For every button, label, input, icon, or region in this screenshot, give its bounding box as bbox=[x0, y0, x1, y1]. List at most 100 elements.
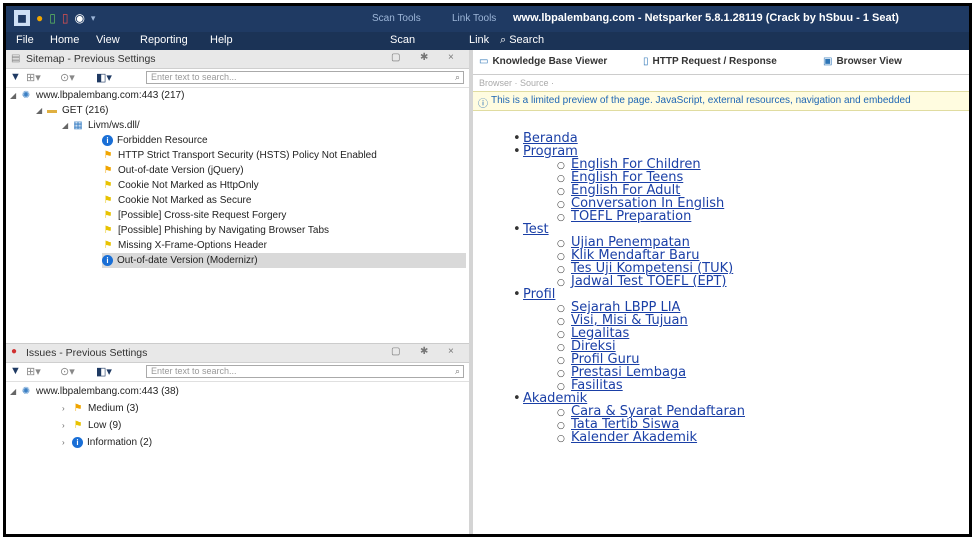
expand-icon[interactable]: ⊞▾ bbox=[26, 71, 41, 84]
browser-subbar: Browser · Source · bbox=[473, 75, 969, 91]
menu-search[interactable]: ⌕ Search bbox=[500, 34, 544, 47]
group-medium[interactable]: › ⚑ Medium (3) bbox=[62, 401, 139, 416]
sitemap-pane-header: ▤ Sitemap - Previous Settings ▢ ✱ × bbox=[6, 50, 469, 69]
menu-link[interactable]: Link bbox=[469, 34, 489, 46]
severity-filter-icon[interactable]: ◧▾ bbox=[96, 365, 112, 378]
preview-notice-text: This is a limited preview of the page. J… bbox=[491, 95, 911, 106]
flag-icon: ⚑ bbox=[103, 180, 113, 191]
app-title: www.lbpalembang.com - Netsparker 5.8.1.2… bbox=[513, 12, 899, 24]
view-mode-switch[interactable]: Browser · Source · bbox=[479, 78, 554, 88]
issues-pane-header: ● Issues - Previous Settings ▢ ✱ × bbox=[6, 344, 469, 363]
flag-icon: ⚑ bbox=[103, 150, 113, 161]
subnav-item: ○ TOEFL Preparation bbox=[557, 209, 692, 224]
expand-arrow-icon[interactable]: › bbox=[62, 401, 72, 416]
get-node[interactable]: ◢ ▬ GET (216) bbox=[36, 103, 109, 118]
severity-filter-icon[interactable]: ◧▾ bbox=[96, 71, 112, 84]
menu-scan[interactable]: Scan bbox=[390, 34, 415, 46]
pin-icon[interactable]: ✱ bbox=[420, 346, 428, 357]
collapse-icon[interactable]: ⊙▾ bbox=[60, 71, 75, 84]
expand-icon[interactable]: ⊞▾ bbox=[26, 365, 41, 378]
collapse-arrow-icon[interactable]: ◢ bbox=[10, 88, 20, 103]
menu-file[interactable]: File bbox=[16, 34, 34, 46]
sitemap-search-input[interactable]: Enter text to search... ⌕ bbox=[146, 71, 464, 84]
document-tabs: ▭ Knowledge Base Viewer ▯ HTTP Request / R… bbox=[473, 50, 969, 75]
menu-home[interactable]: Home bbox=[50, 34, 79, 46]
scan-icon[interactable]: ● bbox=[36, 10, 43, 26]
group-low[interactable]: › ⚑ Low (9) bbox=[62, 418, 121, 433]
issue-row[interactable]: ⚑ [Possible] Cross-site Request Forgery bbox=[102, 208, 462, 223]
tab-http-request[interactable]: ▯ HTTP Request / Response bbox=[643, 56, 777, 67]
magnifier-icon: ⌕ bbox=[454, 366, 460, 376]
globe-icon: ✺ bbox=[21, 386, 31, 397]
bug-icon: ● bbox=[11, 346, 18, 357]
scan-tools-tab[interactable]: Scan Tools bbox=[372, 13, 421, 24]
path-node[interactable]: ◢ ▦ Livm/ws.dll/ bbox=[62, 118, 140, 133]
collapse-arrow-icon[interactable]: ◢ bbox=[10, 384, 20, 399]
pane-options-icon[interactable]: ▢ bbox=[391, 52, 400, 63]
search-icon: ⌕ bbox=[500, 34, 510, 46]
flag-icon: ⚑ bbox=[103, 210, 113, 221]
browser-icon[interactable]: ◉ bbox=[74, 10, 84, 26]
tab-browser-view[interactable]: ▣ Browser View bbox=[823, 56, 902, 67]
browser-icon: ▣ bbox=[823, 56, 833, 67]
flag-icon: ⚑ bbox=[103, 195, 113, 206]
group-information[interactable]: › i Information (2) bbox=[62, 435, 152, 450]
subnav-item: ○ Kalender Akademik bbox=[557, 430, 698, 445]
collapse-arrow-icon[interactable]: ◢ bbox=[62, 118, 72, 133]
title-bar: ◼ ● ▯ ▯ ◉ ▾ Scan Tools Link Tools www.lb… bbox=[6, 6, 969, 32]
issues-search-input[interactable]: Enter text to search... ⌕ bbox=[146, 365, 464, 378]
flag-icon: ⚑ bbox=[73, 420, 83, 431]
book-icon: ▭ bbox=[479, 56, 489, 67]
menu-reporting[interactable]: Reporting bbox=[140, 34, 188, 46]
issue-row[interactable]: ⚑ Missing X-Frame-Options Header bbox=[102, 238, 462, 253]
issue-row[interactable]: ⚑ Out-of-date Version (jQuery) bbox=[102, 163, 462, 178]
link-tools-tab[interactable]: Link Tools bbox=[452, 13, 496, 24]
issue-row[interactable]: ⚑ [Possible] Phishing by Navigating Brows… bbox=[102, 223, 462, 238]
collapse-icon[interactable]: ⊙▾ bbox=[60, 365, 75, 378]
issue-row[interactable]: ⚑ Cookie Not Marked as HttpOnly bbox=[102, 178, 462, 193]
nav-item: • Test bbox=[513, 222, 549, 237]
expand-arrow-icon[interactable]: › bbox=[62, 418, 72, 433]
new-icon[interactable]: ▯ bbox=[49, 10, 56, 26]
pin-icon[interactable]: ✱ bbox=[420, 52, 428, 63]
menu-view[interactable]: View bbox=[96, 34, 120, 46]
nav-link-program[interactable]: Program bbox=[523, 144, 578, 159]
sitemap-filter-bar: ▼ ⊞▾ ⊙▾ ◧▾ Enter text to search... ⌕ bbox=[6, 69, 469, 88]
menu-bar: File Home View Reporting Help Scan Link … bbox=[6, 32, 969, 50]
flag-icon: ⚑ bbox=[103, 225, 113, 236]
page-preview: • Beranda • Program ○ English For Children … bbox=[473, 128, 969, 534]
globe-icon: ✺ bbox=[21, 90, 31, 101]
issue-row[interactable]: i Forbidden Resource bbox=[102, 133, 462, 148]
issue-row[interactable]: ⚑ HTTP Strict Transport Security (HSTS) P… bbox=[102, 148, 462, 163]
nav-item: • Profil bbox=[513, 287, 556, 302]
menu-help[interactable]: Help bbox=[210, 34, 233, 46]
browser-view-pane: ▭ Knowledge Base Viewer ▯ HTTP Request / R… bbox=[473, 50, 969, 534]
info-icon: i bbox=[102, 254, 113, 266]
collapse-arrow-icon[interactable]: ◢ bbox=[36, 103, 46, 118]
info-icon: i bbox=[72, 436, 83, 448]
subnav-link[interactable]: TOEFL Preparation bbox=[571, 209, 691, 224]
nav-link-profil[interactable]: Profil bbox=[523, 287, 555, 302]
expand-arrow-icon[interactable]: › bbox=[62, 435, 72, 450]
sitemap-title: Sitemap - Previous Settings bbox=[26, 53, 156, 65]
dropdown-icon[interactable]: ▾ bbox=[91, 10, 96, 26]
filter-icon[interactable]: ▼ bbox=[10, 365, 21, 377]
pane-options-icon[interactable]: ▢ bbox=[391, 346, 400, 357]
info-circle-icon: ⓘ bbox=[478, 99, 488, 110]
report-icon[interactable]: ▯ bbox=[62, 10, 69, 26]
issues-filter-bar: ▼ ⊞▾ ⊙▾ ◧▾ Enter text to search... ⌕ bbox=[6, 363, 469, 382]
close-icon[interactable]: × bbox=[448, 52, 454, 63]
tab-knowledge-base[interactable]: ▭ Knowledge Base Viewer bbox=[479, 56, 607, 67]
subnav-link[interactable]: Kalender Akademik bbox=[571, 430, 697, 445]
nav-link-test[interactable]: Test bbox=[523, 222, 549, 237]
filter-icon[interactable]: ▼ bbox=[10, 71, 21, 83]
issue-row-selected[interactable]: i Out-of-date Version (Modernizr) bbox=[102, 253, 466, 268]
nav-item: • Program bbox=[513, 144, 578, 159]
flag-icon: ⚑ bbox=[103, 165, 113, 176]
subnav-link[interactable]: Jadwal Test TOEFL (EPT) bbox=[571, 274, 727, 289]
sitemap-root-node[interactable]: ◢ ✺ www.lbpalembang.com:443 (217) bbox=[10, 88, 184, 103]
close-icon[interactable]: × bbox=[448, 346, 454, 357]
issues-root-node[interactable]: ◢ ✺ www.lbpalembang.com:443 (38) bbox=[10, 384, 179, 399]
issue-row[interactable]: ⚑ Cookie Not Marked as Secure bbox=[102, 193, 462, 208]
subnav-item: ○ Jadwal Test TOEFL (EPT) bbox=[557, 274, 727, 289]
